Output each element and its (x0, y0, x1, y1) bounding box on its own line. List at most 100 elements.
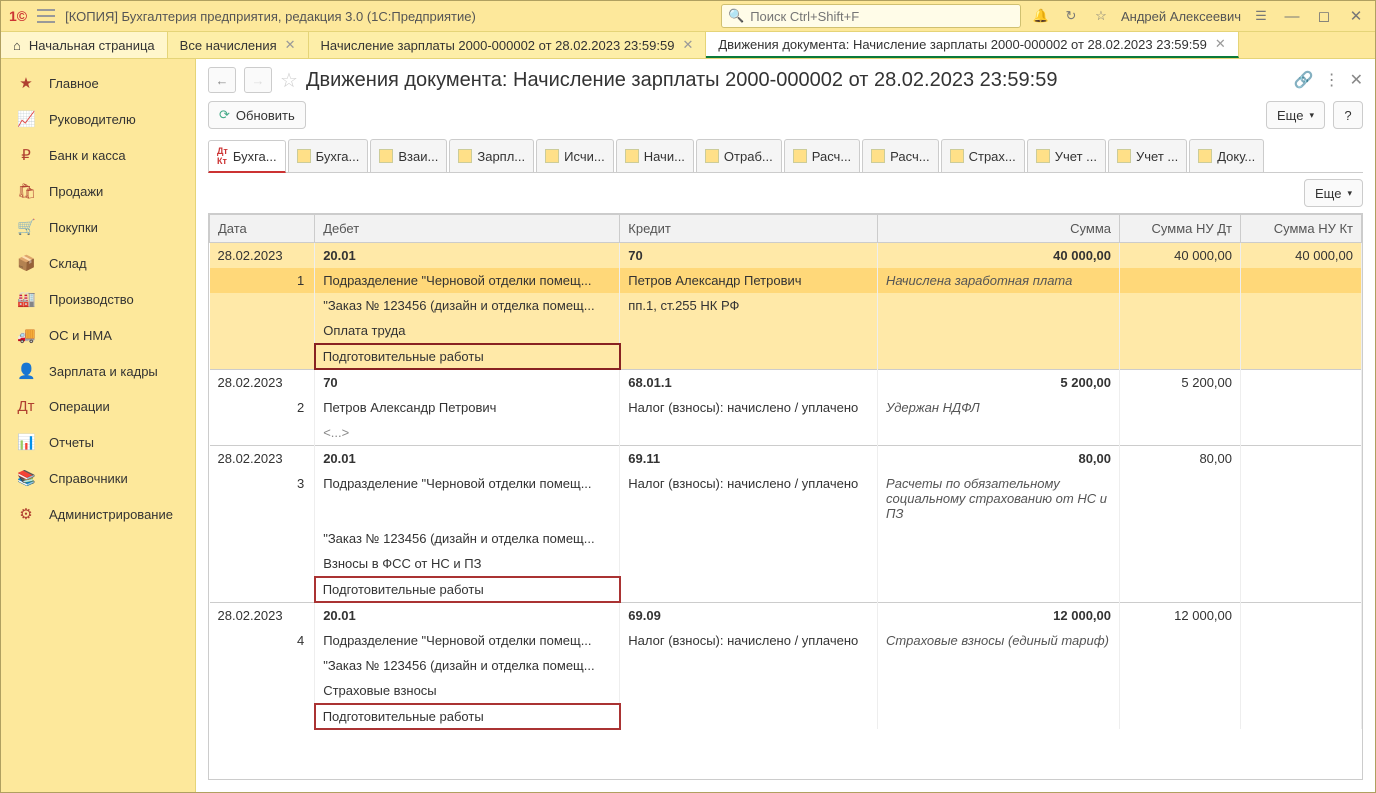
register-tab[interactable]: Расч... (862, 139, 938, 172)
nav-item[interactable]: 📊Отчеты (1, 424, 195, 460)
close-icon[interactable]: ✕ (1345, 7, 1367, 25)
nav-icon: 🛍 (17, 182, 35, 200)
table-row[interactable]: Подготовительные работы (210, 704, 1362, 729)
nav-item[interactable]: 🛍 Продажи (1, 173, 195, 209)
nav-item[interactable]: ★Главное (1, 65, 195, 101)
history-icon[interactable]: ↻ (1061, 8, 1081, 24)
tab-movements[interactable]: Движения документа: Начисление зарплаты … (706, 32, 1238, 58)
cell-debit-line: "Заказ № 123456 (дизайн и отделка помещ.… (315, 293, 620, 318)
register-tab-label: Бухга... (233, 149, 277, 164)
register-tab[interactable]: Отраб... (696, 139, 782, 172)
nav-label: Продажи (49, 184, 103, 199)
kebab-icon[interactable]: ⋮ (1324, 70, 1340, 90)
table-row[interactable]: 28.02.202320.0169.1180,0080,00 (210, 446, 1362, 472)
table-row[interactable]: "Заказ № 123456 (дизайн и отделка помещ.… (210, 526, 1362, 551)
register-tab[interactable]: Взаи... (370, 139, 447, 172)
close-tab-icon[interactable]: ✕ (1215, 36, 1226, 52)
table-row[interactable]: Взносы в ФСС от НС и ПЗ (210, 551, 1362, 577)
cell-sum: 5 200,00 (878, 369, 1120, 395)
nav-item[interactable]: 👤Зарплата и кадры (1, 353, 195, 389)
search-icon: 🔍 (728, 8, 744, 24)
nav-item[interactable]: ⚙Администрирование (1, 496, 195, 532)
close-tab-icon[interactable]: ✕ (285, 37, 296, 53)
register-tab-label: Бухга... (316, 149, 360, 164)
nav-label: Операции (49, 399, 110, 414)
cell-nu-kt (1241, 602, 1362, 628)
cell-empty (1120, 678, 1241, 704)
menu-icon[interactable] (37, 9, 55, 23)
col-nu-kt[interactable]: Сумма НУ Кт (1241, 215, 1362, 243)
star-icon[interactable]: ☆ (1091, 8, 1111, 24)
close-panel-icon[interactable]: ✕ (1350, 70, 1363, 90)
table-row[interactable]: 28.02.20237068.01.15 200,005 200,00 (210, 369, 1362, 395)
logo-1c: 1© (9, 8, 27, 24)
table-row[interactable]: 4Подразделение "Черновой отделки помещ..… (210, 628, 1362, 653)
table-row[interactable]: "Заказ № 123456 (дизайн и отделка помещ.… (210, 653, 1362, 678)
table-row[interactable]: <...> (210, 420, 1362, 446)
table-row[interactable]: Подготовительные работы (210, 344, 1362, 369)
minimize-icon[interactable]: — (1281, 8, 1303, 25)
register-tab[interactable]: Страх... (941, 139, 1025, 172)
table-row[interactable]: 3Подразделение "Черновой отделки помещ..… (210, 471, 1362, 526)
nav-item[interactable]: ₽Банк и касса (1, 137, 195, 173)
page-title: Движения документа: Начисление зарплаты … (306, 69, 1058, 92)
nav-item[interactable]: 🏭Производство (1, 281, 195, 317)
maximize-icon[interactable]: ◻ (1313, 7, 1335, 25)
table-row[interactable]: Страховые взносы (210, 678, 1362, 704)
register-tab[interactable]: ДтКтБухга... (208, 140, 286, 173)
close-tab-icon[interactable]: ✕ (682, 37, 693, 53)
register-tab[interactable]: Доку... (1189, 139, 1264, 172)
cell-sum: 40 000,00 (878, 243, 1120, 269)
register-icon (625, 149, 639, 163)
nav-item[interactable]: 🚚ОС и НМА (1, 317, 195, 353)
register-tab[interactable]: Бухга... (288, 139, 369, 172)
col-sum[interactable]: Сумма (878, 215, 1120, 243)
table-row[interactable]: 28.02.202320.0169.0912 000,0012 000,00 (210, 602, 1362, 628)
table-row[interactable]: "Заказ № 123456 (дизайн и отделка помещ.… (210, 293, 1362, 318)
link-icon[interactable]: 🔗 (1294, 70, 1314, 90)
global-search[interactable]: 🔍 (721, 4, 1021, 28)
cell-empty (1241, 653, 1362, 678)
more-button-2[interactable]: Еще ▾ (1304, 179, 1363, 207)
tab-home[interactable]: ⌂ Начальная страница (1, 32, 168, 58)
forward-button[interactable]: → (244, 67, 272, 93)
help-button[interactable]: ? (1333, 101, 1363, 129)
nav-item[interactable]: 📦Склад (1, 245, 195, 281)
table-row[interactable]: Подготовительные работы (210, 577, 1362, 602)
nav-item[interactable]: 📚Справочники (1, 460, 195, 496)
register-tab[interactable]: Исчи... (536, 139, 614, 172)
col-nu-dt[interactable]: Сумма НУ Дт (1120, 215, 1241, 243)
favorite-icon[interactable]: ☆ (280, 68, 298, 93)
table-row[interactable]: 28.02.202320.017040 000,0040 000,0040 00… (210, 243, 1362, 269)
search-input[interactable] (750, 9, 1014, 24)
cell-empty (1241, 471, 1362, 526)
refresh-button[interactable]: ⟳ Обновить (208, 101, 306, 129)
register-tab[interactable]: Учет ... (1108, 139, 1187, 172)
nav-item[interactable]: ДтОперации (1, 389, 195, 424)
col-date[interactable]: Дата (210, 215, 315, 243)
cell-empty (1120, 551, 1241, 577)
back-button[interactable]: ← (208, 67, 236, 93)
table-row[interactable]: 2Петров Александр ПетровичНалог (взносы)… (210, 395, 1362, 420)
register-tab[interactable]: Зарпл... (449, 139, 534, 172)
col-debit[interactable]: Дебет (315, 215, 620, 243)
more-button[interactable]: Еще ▾ (1266, 101, 1325, 129)
user-name[interactable]: Андрей Алексеевич (1121, 9, 1241, 24)
col-credit[interactable]: Кредит (620, 215, 878, 243)
nav-item[interactable]: 🛒Покупки (1, 209, 195, 245)
tab-salary-doc[interactable]: Начисление зарплаты 2000-000002 от 28.02… (309, 32, 707, 58)
nav-icon: 📦 (17, 254, 35, 272)
register-tab[interactable]: Расч... (784, 139, 860, 172)
bell-icon[interactable]: 🔔 (1031, 8, 1051, 24)
user-menu-icon[interactable]: ☰ (1251, 8, 1271, 24)
nav-icon: 📊 (17, 433, 35, 451)
register-tab[interactable]: Учет ... (1027, 139, 1106, 172)
tab-all-accruals[interactable]: Все начисления ✕ (168, 32, 309, 58)
table-row[interactable]: Оплата труда (210, 318, 1362, 344)
cell-date: 28.02.2023 (210, 243, 315, 269)
nav-item[interactable]: 📈Руководителю (1, 101, 195, 137)
table-row[interactable]: 1Подразделение "Черновой отделки помещ..… (210, 268, 1362, 293)
register-tab[interactable]: Начи... (616, 139, 694, 172)
cell-empty (210, 420, 315, 446)
register-icon (1117, 149, 1131, 163)
